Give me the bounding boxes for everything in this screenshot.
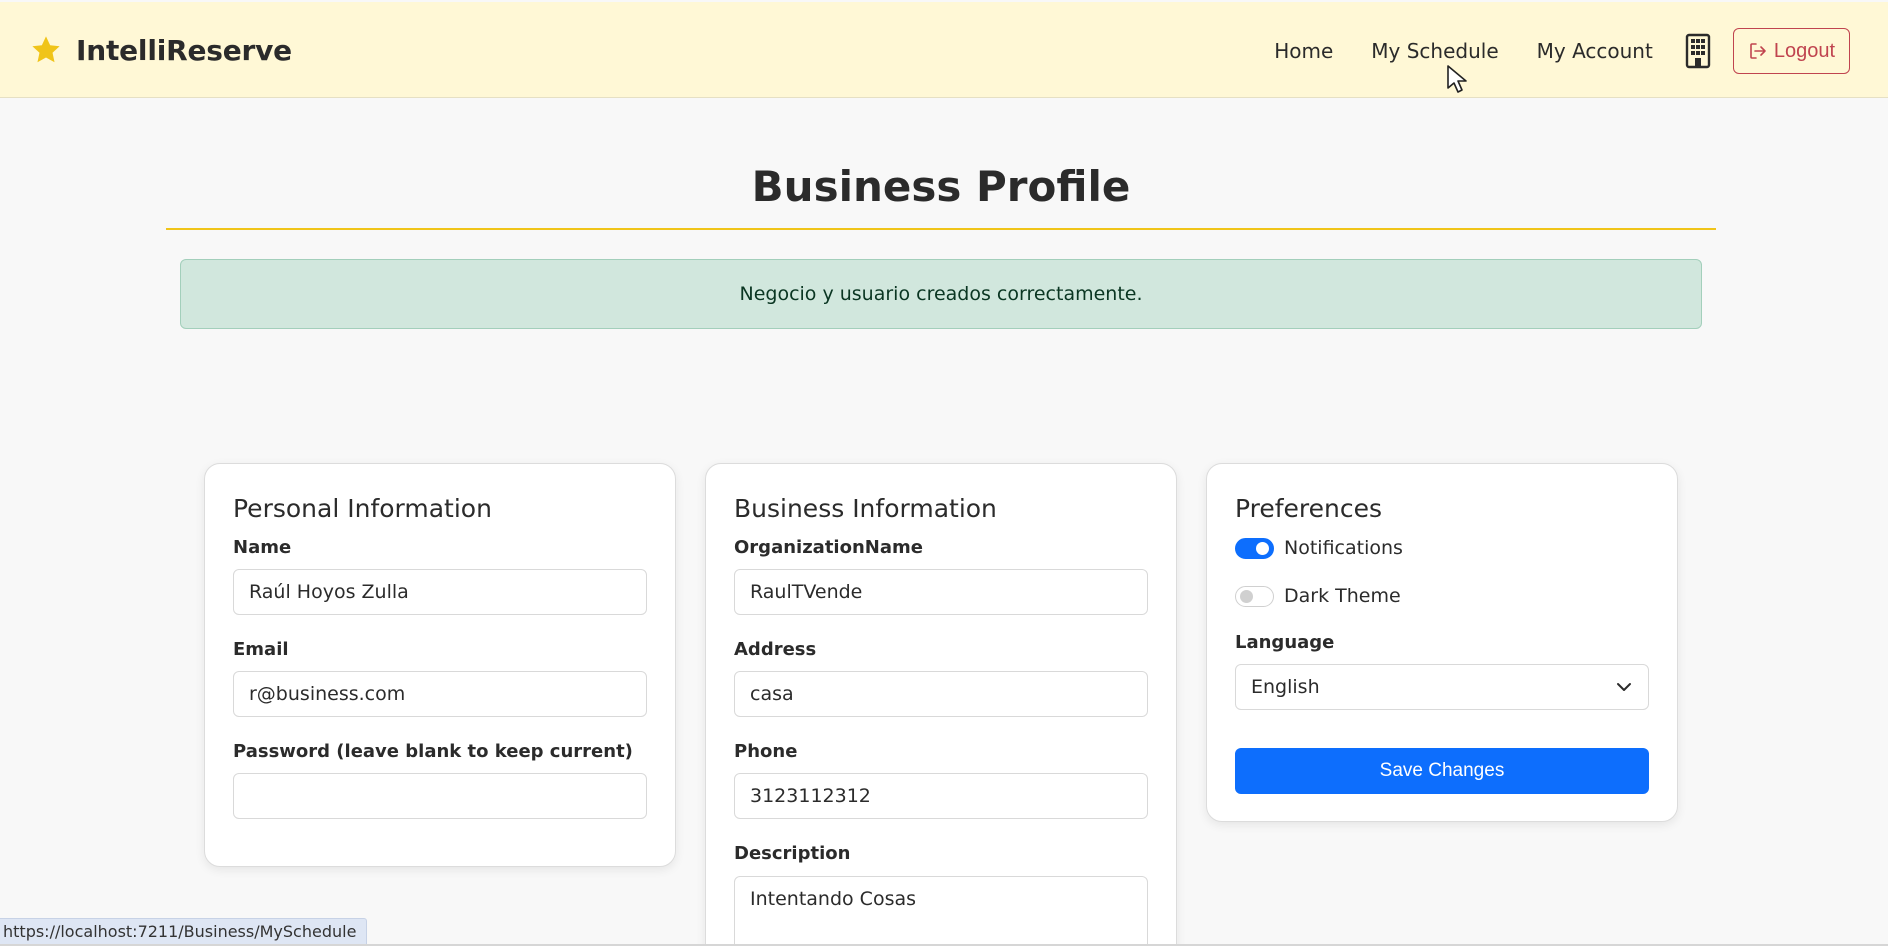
status-bar-url: https://localhost:7211/Business/MySchedu… — [0, 918, 368, 945]
preferences-title: Preferences — [1235, 494, 1383, 523]
dark-theme-row: Dark Theme — [1235, 585, 1401, 607]
star-icon — [32, 36, 60, 63]
address-label: Address — [734, 639, 817, 660]
organization-name-label: OrganizationName — [734, 537, 923, 558]
logout-label: Logout — [1773, 39, 1835, 62]
page-title: Business Profile — [751, 162, 1131, 211]
description-label: Description — [734, 843, 851, 864]
email-label: Email — [233, 639, 289, 660]
organization-name-field[interactable]: RaulTVende — [734, 569, 1148, 615]
language-select[interactable]: English — [1235, 664, 1649, 710]
preferences-card: Preferences Notifications Dark Theme Lan… — [1206, 463, 1678, 822]
nav-links: Home My Schedule My Account Logout — [1274, 28, 1850, 74]
business-information-title: Business Information — [734, 494, 997, 523]
success-alert: Negocio y usuario creados correctamente. — [180, 259, 1702, 329]
password-label: Password (leave blank to keep current) — [233, 741, 633, 762]
language-label: Language — [1235, 632, 1335, 653]
description-textarea[interactable]: Intentando Cosas — [734, 876, 1148, 946]
name-label: Name — [233, 537, 292, 558]
notifications-toggle[interactable] — [1235, 537, 1274, 559]
nav-my-schedule-link[interactable]: My Schedule — [1371, 39, 1498, 63]
personal-information-title: Personal Information — [233, 494, 492, 523]
language-selected-value: English — [1251, 676, 1320, 698]
notifications-row: Notifications — [1235, 537, 1403, 559]
phone-label: Phone — [734, 741, 798, 762]
mouse-cursor-icon — [1447, 65, 1467, 93]
address-field[interactable]: casa — [734, 671, 1148, 717]
phone-field[interactable]: 3123112312 — [734, 773, 1148, 819]
title-divider — [166, 228, 1716, 230]
chevron-down-icon — [1617, 683, 1631, 691]
notifications-label: Notifications — [1284, 537, 1403, 559]
dark-theme-toggle[interactable] — [1235, 585, 1274, 607]
brand[interactable]: IntelliReserve — [30, 28, 292, 72]
save-changes-button[interactable]: Save Changes — [1235, 748, 1649, 794]
nav-home-link[interactable]: Home — [1274, 39, 1333, 63]
business-information-card: Business Information OrganizationName Ra… — [705, 463, 1177, 946]
logout-button[interactable]: Logout — [1732, 28, 1850, 74]
personal-information-card: Personal Information Name Raúl Hoyos Zul… — [204, 463, 676, 867]
logout-icon — [1750, 43, 1766, 59]
navbar: IntelliReserve Home My Schedule My Accou… — [0, 2, 1888, 98]
nav-my-account-link[interactable]: My Account — [1537, 39, 1653, 63]
password-field[interactable] — [233, 773, 647, 819]
email-field[interactable]: r@business.com — [233, 671, 647, 717]
name-field[interactable]: Raúl Hoyos Zulla — [233, 569, 647, 615]
dark-theme-label: Dark Theme — [1284, 585, 1401, 607]
building-icon[interactable] — [1685, 33, 1711, 69]
brand-name: IntelliReserve — [76, 33, 292, 67]
